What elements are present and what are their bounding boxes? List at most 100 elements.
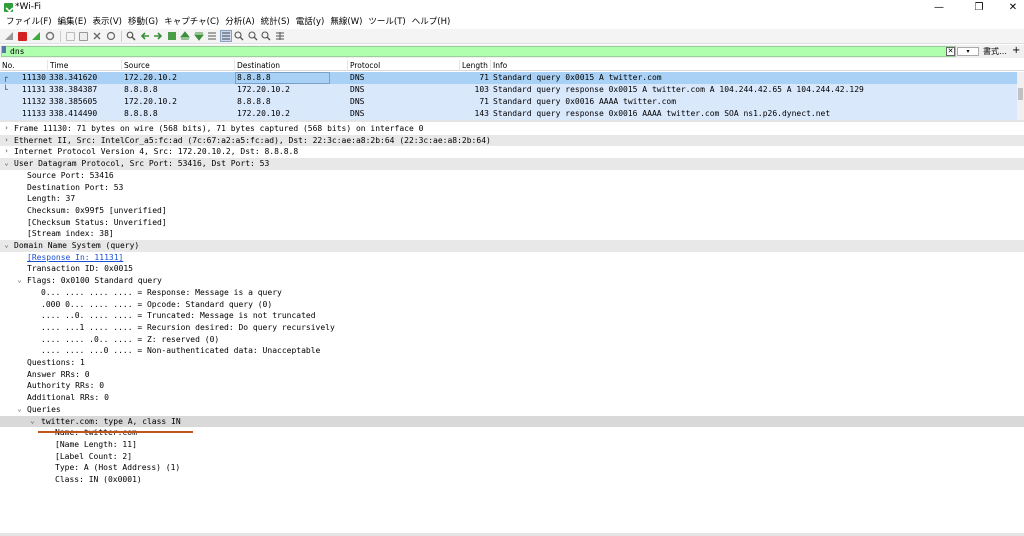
restart-capture-icon[interactable] [30,30,42,42]
add-filter-button[interactable]: + [1012,45,1020,56]
tree-item-field[interactable]: [Label Count: 2] [0,451,1024,463]
tree-item-field[interactable]: Source Port: 53416 [0,170,1024,182]
tree-item-field[interactable]: [Response In: 11131] [0,252,1024,264]
clear-filter-button[interactable]: ✕ [946,47,955,56]
filter-bookmark-icon[interactable] [2,46,6,53]
menu-go[interactable]: 移動(G) [125,15,161,29]
collapse-arrow-icon[interactable]: ⌄ [2,240,11,252]
tree-item-field[interactable]: Class: IN (0x0001) [0,474,1024,486]
go-first-icon[interactable] [179,30,191,42]
menu-wireless[interactable]: 無線(W) [327,15,365,29]
column-protocol[interactable]: Protocol [348,60,460,71]
menu-analyze[interactable]: 分析(A) [222,15,257,29]
tree-item-udp[interactable]: ⌄ User Datagram Protocol, Src Port: 53416… [0,158,1024,170]
close-button[interactable]: ✕ [996,0,1024,15]
save-file-icon[interactable] [78,30,90,42]
stop-capture-icon[interactable] [17,30,29,42]
column-source[interactable]: Source [122,60,235,71]
go-back-icon[interactable] [139,30,151,42]
close-file-icon[interactable] [91,30,103,42]
column-destination[interactable]: Destination [235,60,348,71]
restore-button[interactable]: ❐ [962,0,996,15]
wireshark-logo-icon [4,3,13,12]
tree-item-label: [Stream index: 38] [27,229,114,239]
tree-item-flag[interactable]: .... ..0. .... .... = Truncated: Message… [0,310,1024,322]
tree-item-flag[interactable]: .... .... ...0 .... = Non-authenticated … [0,345,1024,357]
packet-list-scrollbar[interactable] [1017,72,1024,120]
menu-help[interactable]: ヘルプ(H) [409,15,454,29]
tree-item-flag[interactable]: .... ...1 .... .... = Recursion desired:… [0,322,1024,334]
tree-item-field[interactable]: Length: 37 [0,193,1024,205]
tree-item-field[interactable]: Name: twitter.com [0,427,1024,439]
go-forward-icon[interactable] [152,30,164,42]
tree-item-label: 0... .... .... .... = Response: Message … [41,287,282,297]
expand-arrow-icon[interactable]: › [2,135,11,147]
display-filter-bar: dns ✕ ▾ 書式… + [0,45,1024,58]
packet-row[interactable]: 11133 338.414490 8.8.8.8 172.20.10.2 DNS… [0,108,1017,120]
response-in-link[interactable]: [Response In: 11131] [27,252,123,264]
tree-item-field[interactable]: Checksum: 0x99f5 [unverified] [0,205,1024,217]
display-filter-input[interactable]: dns [1,46,956,57]
tree-item-frame[interactable]: › Frame 11130: 71 bytes on wire (568 bits… [0,123,1024,135]
tree-item-field[interactable]: [Name Length: 11] [0,439,1024,451]
tree-item-ethernet[interactable]: › Ethernet II, Src: IntelCor_a5:fc:ad (7c… [0,134,1024,147]
packet-row[interactable]: ┌ 11130 338.341620 172.20.10.2 8.8.8.8 D… [0,72,1017,84]
expand-arrow-icon[interactable]: › [2,123,11,135]
tree-item-field[interactable]: [Stream index: 38] [0,228,1024,240]
go-last-icon[interactable] [193,30,205,42]
column-no[interactable]: No. [0,60,48,71]
tree-item-field[interactable]: Transaction ID: 0x0015 [0,263,1024,275]
tree-item-field[interactable]: Additional RRs: 0 [0,392,1024,404]
capture-options-icon[interactable] [44,30,56,42]
go-to-packet-icon[interactable] [166,30,178,42]
zoom-in-icon[interactable] [233,30,245,42]
menu-view[interactable]: 表示(V) [90,15,125,29]
tree-item-label: Transaction ID: 0x0015 [27,264,133,274]
open-file-icon[interactable] [64,30,76,42]
column-time[interactable]: Time [48,60,122,71]
tree-item-field[interactable]: [Checksum Status: Unverified] [0,217,1024,229]
collapse-arrow-icon[interactable]: ⌄ [15,404,24,416]
tree-item-flag[interactable]: 0... .... .... .... = Response: Message … [0,287,1024,299]
tree-item-flags[interactable]: ⌄ Flags: 0x0100 Standard query [0,275,1024,287]
tree-item-field[interactable]: Authority RRs: 0 [0,380,1024,392]
packet-row[interactable]: 11132 338.385605 172.20.10.2 8.8.8.8 DNS… [0,96,1017,108]
tree-item-field[interactable]: Type: A (Host Address) (1) [0,462,1024,474]
colorize-icon[interactable] [219,30,232,42]
zoom-normal-icon[interactable] [260,30,272,42]
menu-tools[interactable]: ツール(T) [365,15,408,29]
packet-destination: 8.8.8.8 [237,97,271,106]
tree-item-field[interactable]: Destination Port: 53 [0,182,1024,194]
menu-capture[interactable]: キャプチャ(C) [161,15,222,29]
tree-item-dns[interactable]: ⌄ Domain Name System (query) [0,240,1024,252]
collapse-arrow-icon[interactable]: ⌄ [15,275,24,287]
menu-file[interactable]: ファイル(F) [3,15,55,29]
collapse-arrow-icon[interactable]: ⌄ [2,158,11,170]
zoom-out-icon[interactable] [247,30,259,42]
tree-item-query-selected[interactable]: ⌄ twitter.com: type A, class IN [0,415,1024,428]
column-length[interactable]: Length [460,60,491,71]
packet-protocol: DNS [350,109,365,118]
shark-fin-start-icon[interactable] [3,30,15,42]
recent-filters-dropdown[interactable]: ▾ [957,47,979,56]
expression-button[interactable]: 書式… [983,46,1007,57]
resize-columns-icon[interactable] [274,30,286,42]
tree-item-field[interactable]: Answer RRs: 0 [0,369,1024,381]
menu-telephony[interactable]: 電話(y) [293,15,328,29]
tree-item-queries[interactable]: ⌄ Queries [0,404,1024,416]
menu-statistics[interactable]: 統計(S) [258,15,293,29]
packet-row[interactable]: └ 11131 338.384387 8.8.8.8 172.20.10.2 D… [0,84,1017,96]
column-info[interactable]: Info [491,60,1017,71]
tree-item-flag[interactable]: .000 0... .... .... = Opcode: Standard q… [0,299,1024,311]
find-packet-icon[interactable] [125,30,137,42]
auto-scroll-icon[interactable] [206,30,218,42]
tree-item-flag[interactable]: .... .... .0.. .... = Z: reserved (0) [0,334,1024,346]
tree-item-ipv4[interactable]: › Internet Protocol Version 4, Src: 172.2… [0,146,1024,158]
collapse-arrow-icon[interactable]: ⌄ [28,416,37,428]
scrollbar-thumb[interactable] [1018,88,1023,100]
minimize-button[interactable]: — [922,0,956,15]
expand-arrow-icon[interactable]: › [2,146,11,158]
tree-item-field[interactable]: Questions: 1 [0,357,1024,369]
menu-edit[interactable]: 編集(E) [55,15,90,29]
reload-icon[interactable] [105,30,117,42]
